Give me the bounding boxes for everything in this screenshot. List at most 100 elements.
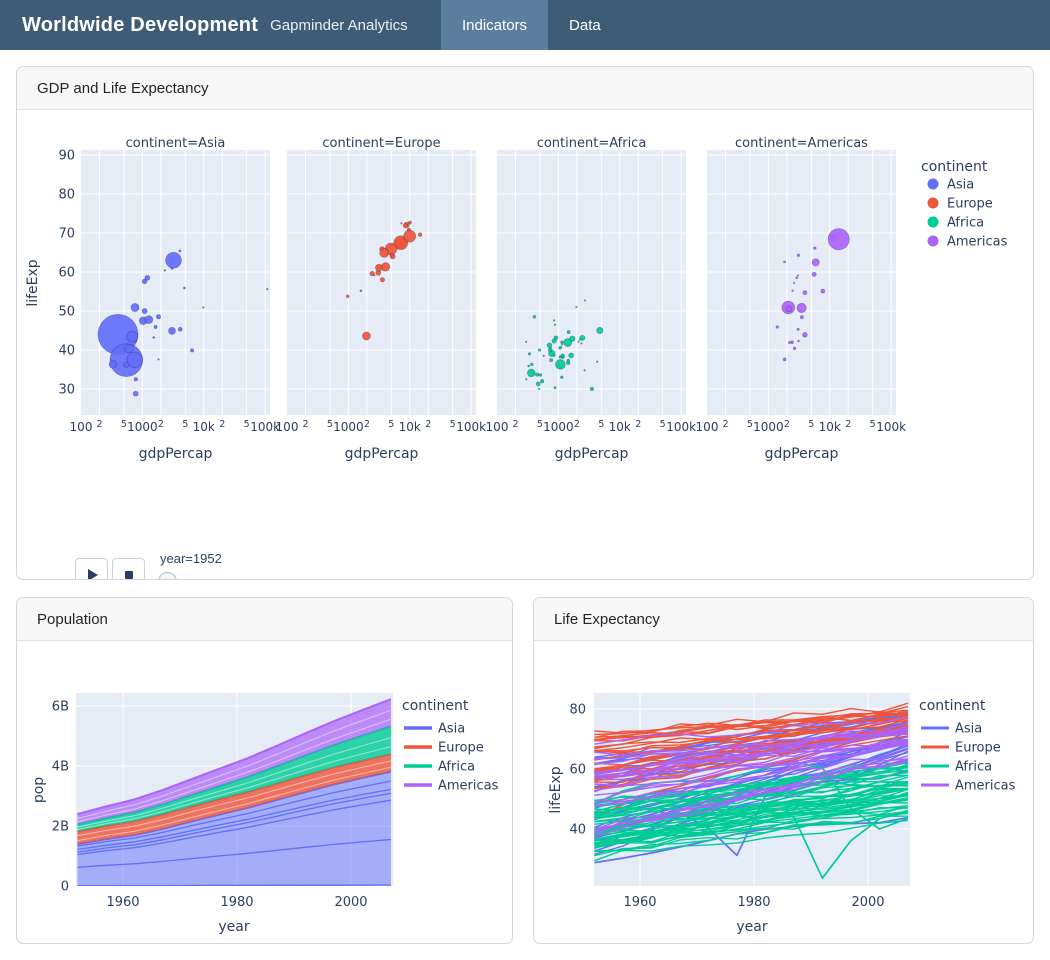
bubble-europe[interactable] bbox=[360, 290, 362, 292]
bubble-africa[interactable] bbox=[596, 361, 598, 363]
play-button[interactable] bbox=[75, 558, 108, 580]
bubble-africa[interactable] bbox=[570, 336, 575, 341]
bubble-asia[interactable] bbox=[166, 252, 182, 268]
bubble-europe[interactable] bbox=[375, 264, 382, 271]
plot-area[interactable] bbox=[81, 150, 270, 415]
bubble-asia[interactable] bbox=[142, 308, 147, 313]
bubble-americas[interactable] bbox=[792, 290, 794, 292]
bubble-americas[interactable] bbox=[793, 347, 796, 350]
legend-item-europe[interactable]: Europe bbox=[928, 197, 993, 212]
bubble-americas[interactable] bbox=[786, 306, 792, 312]
tab-indicators[interactable]: Indicators bbox=[441, 0, 548, 50]
bubble-americas[interactable] bbox=[803, 332, 808, 337]
bubble-asia[interactable] bbox=[145, 275, 150, 280]
scatter-facet-americas[interactable] bbox=[707, 150, 896, 415]
stop-button[interactable] bbox=[112, 558, 145, 580]
bubble-americas[interactable] bbox=[797, 275, 799, 277]
bubble-americas[interactable] bbox=[797, 254, 800, 257]
bubble-europe[interactable] bbox=[390, 253, 393, 256]
legend-item-africa[interactable]: Africa bbox=[928, 216, 985, 231]
bubble-africa[interactable] bbox=[567, 359, 570, 362]
bubble-europe[interactable] bbox=[380, 278, 384, 282]
bubble-americas[interactable] bbox=[776, 326, 779, 329]
bubble-americas[interactable] bbox=[814, 247, 817, 250]
bubble-asia[interactable] bbox=[169, 327, 176, 334]
bubble-africa[interactable] bbox=[554, 324, 556, 326]
bubble-asia[interactable] bbox=[127, 331, 138, 342]
bubble-asia[interactable] bbox=[156, 315, 160, 319]
bubble-asia[interactable] bbox=[164, 270, 166, 272]
plot-area[interactable] bbox=[497, 150, 686, 415]
bubble-asia[interactable] bbox=[131, 304, 139, 312]
bubble-africa[interactable] bbox=[554, 387, 556, 389]
bubble-africa[interactable] bbox=[584, 300, 586, 302]
bubble-europe[interactable] bbox=[418, 233, 422, 237]
bubble-europe[interactable] bbox=[403, 223, 408, 228]
bubble-africa[interactable] bbox=[561, 356, 564, 359]
bubble-africa[interactable] bbox=[584, 370, 586, 372]
legend-item-asia[interactable]: Asia bbox=[404, 722, 465, 737]
bubble-africa[interactable] bbox=[578, 341, 580, 343]
bubble-europe[interactable] bbox=[374, 274, 376, 276]
bubble-africa[interactable] bbox=[527, 369, 535, 377]
bubble-asia[interactable] bbox=[134, 378, 138, 382]
bubble-asia[interactable] bbox=[190, 349, 193, 352]
bubble-asia[interactable] bbox=[178, 327, 182, 331]
bubble-africa[interactable] bbox=[539, 374, 542, 377]
legend-item-americas[interactable]: Americas bbox=[928, 235, 1008, 250]
bubble-americas[interactable] bbox=[798, 340, 800, 342]
bubble-africa[interactable] bbox=[552, 339, 556, 343]
bubble-africa[interactable] bbox=[538, 349, 541, 352]
bubble-africa[interactable] bbox=[530, 363, 533, 366]
bubble-africa[interactable] bbox=[567, 331, 570, 334]
legend-item-americas[interactable]: Americas bbox=[921, 779, 1016, 794]
bubble-africa[interactable] bbox=[561, 376, 564, 379]
bubble-africa[interactable] bbox=[526, 379, 528, 381]
bubble-americas[interactable] bbox=[797, 328, 799, 330]
bubble-asia[interactable] bbox=[145, 316, 153, 324]
legend-item-asia[interactable]: Asia bbox=[928, 178, 975, 193]
scatter-facet-chart[interactable]: 30405060708090lifeExpcontinent=Asia10010… bbox=[17, 133, 1033, 478]
bubble-europe[interactable] bbox=[346, 295, 349, 298]
bubble-asia[interactable] bbox=[158, 359, 160, 361]
bubble-asia[interactable] bbox=[133, 391, 138, 396]
year-slider-track[interactable] bbox=[163, 579, 888, 580]
bubble-africa[interactable] bbox=[528, 365, 530, 367]
legend-item-africa[interactable]: Africa bbox=[404, 760, 475, 775]
bubble-africa[interactable] bbox=[561, 341, 564, 344]
plot-area[interactable] bbox=[707, 150, 896, 415]
population-area-chart[interactable]: 02B4B6B196019802000popyearcontinentAsiaE… bbox=[17, 640, 512, 942]
bubble-americas[interactable] bbox=[812, 272, 816, 276]
bubble-americas[interactable] bbox=[796, 277, 798, 279]
bubble-africa[interactable] bbox=[550, 359, 553, 362]
bubble-americas[interactable] bbox=[797, 303, 806, 312]
bubble-asia[interactable] bbox=[125, 344, 134, 353]
bubble-africa[interactable] bbox=[536, 373, 539, 376]
bubble-americas[interactable] bbox=[783, 358, 786, 361]
bubble-asia[interactable] bbox=[124, 362, 129, 367]
legend-item-europe[interactable]: Europe bbox=[404, 741, 484, 756]
bubble-asia[interactable] bbox=[267, 288, 269, 290]
legend-item-asia[interactable]: Asia bbox=[921, 722, 982, 737]
legend-item-americas[interactable]: Americas bbox=[404, 779, 499, 794]
bubble-africa[interactable] bbox=[547, 343, 552, 348]
bubble-africa[interactable] bbox=[553, 355, 555, 357]
bubble-europe[interactable] bbox=[401, 223, 403, 225]
year-slider-handle[interactable] bbox=[158, 572, 177, 580]
bubble-asia[interactable] bbox=[203, 307, 205, 309]
bubble-africa[interactable] bbox=[569, 353, 574, 358]
bubble-africa[interactable] bbox=[597, 327, 603, 333]
bubble-americas[interactable] bbox=[784, 261, 786, 263]
bubble-americas[interactable] bbox=[812, 259, 819, 266]
bubble-africa[interactable] bbox=[525, 341, 527, 343]
legend-item-europe[interactable]: Europe bbox=[921, 741, 1001, 756]
bubble-asia[interactable] bbox=[183, 287, 185, 289]
bubble-africa[interactable] bbox=[559, 347, 562, 350]
bubble-asia[interactable] bbox=[127, 352, 142, 367]
bubble-africa[interactable] bbox=[540, 379, 544, 383]
bubble-africa[interactable] bbox=[579, 339, 581, 341]
bubble-europe[interactable] bbox=[380, 248, 389, 257]
bubble-africa[interactable] bbox=[543, 355, 545, 357]
bubble-africa[interactable] bbox=[556, 360, 566, 370]
bubble-americas[interactable] bbox=[828, 229, 849, 250]
